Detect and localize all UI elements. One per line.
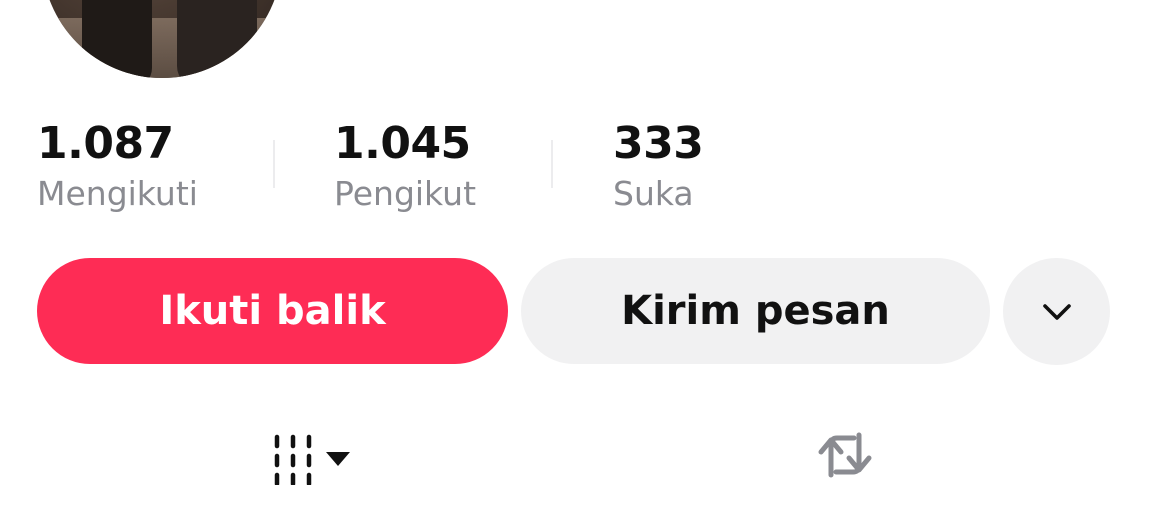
send-message-label: Kirim pesan <box>621 288 890 334</box>
tab-videos[interactable] <box>250 420 370 490</box>
stat-following[interactable]: 1.087 Mengikuti <box>37 118 198 214</box>
avatar-photo-figure <box>82 0 152 78</box>
chevron-down-icon <box>1042 303 1071 320</box>
stat-likes-label: Suka <box>613 174 694 213</box>
stat-likes[interactable]: 333 Suka <box>613 118 704 214</box>
stat-following-count: 1.087 <box>37 118 174 169</box>
stat-followers-count: 1.045 <box>334 118 471 169</box>
follow-back-button[interactable]: Ikuti balik <box>37 258 508 364</box>
avatar[interactable] <box>42 0 282 78</box>
send-message-button[interactable]: Kirim pesan <box>521 258 990 364</box>
stat-divider <box>551 140 553 188</box>
stat-followers[interactable]: 1.045 Pengikut <box>334 118 476 214</box>
avatar-photo-figure <box>177 0 257 78</box>
repost-icon <box>818 432 872 478</box>
follow-back-label: Ikuti balik <box>159 288 386 334</box>
stat-likes-count: 333 <box>613 118 704 169</box>
more-options-button[interactable] <box>1003 258 1110 365</box>
grid-icon <box>274 434 350 485</box>
tab-reposts[interactable] <box>790 420 900 490</box>
stat-divider <box>273 140 275 188</box>
stat-following-label: Mengikuti <box>37 174 198 213</box>
stat-followers-label: Pengikut <box>334 174 477 213</box>
caret-down-icon <box>326 452 350 466</box>
profile-page: 1.087 Mengikuti 1.045 Pengikut 333 Suka … <box>0 0 1156 509</box>
